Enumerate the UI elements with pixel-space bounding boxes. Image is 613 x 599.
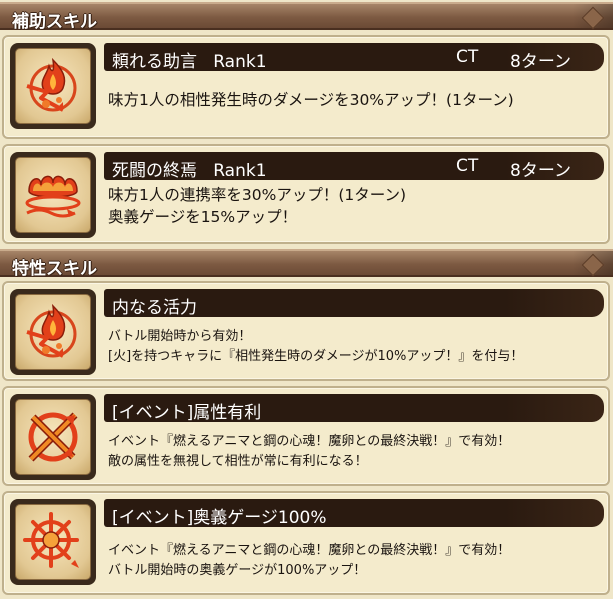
ct-label: CT [456, 47, 479, 67]
skill-name: 内なる活力 [112, 298, 197, 318]
trait-skill-card-3[interactable]: [イベント]奥義ゲージ100% イベント『燃えるアニマと鋼の心魂！魔卵との最終決… [2, 491, 610, 595]
flame-bolt-icon [26, 303, 77, 358]
skill-description: イベント『燃えるアニマと鋼の心魂！魔卵との最終決戦！』で有効！ バトル開始時の奥… [108, 543, 511, 578]
skill-icon-frame [10, 499, 96, 585]
skill-icon-frame [10, 394, 96, 480]
ct-label: CT [456, 156, 479, 176]
sun-arrow-icon [23, 512, 79, 568]
skill-name: [イベント]属性有利 [112, 403, 262, 423]
skill-icon-frame [10, 152, 96, 238]
skill-icon-frame [10, 289, 96, 375]
flame-bolt-icon [26, 57, 77, 112]
support-skill-card-2[interactable]: 死闘の終焉 Rank1 CT 8ターン 味方1人の連携率を30%アップ！(1ター… [2, 144, 610, 244]
support-skills-header: 補助スキル [0, 2, 613, 32]
support-skills-title: 補助スキル [12, 12, 97, 32]
trait-skill-card-1[interactable]: 内なる活力 バトル開始時から有効！ [火]を持つキャラに『相性発生時のダメージが… [2, 281, 610, 381]
skill-name: [イベント]奥義ゲージ100% [112, 508, 327, 528]
trait-skill-card-2[interactable]: [イベント]属性有利 イベント『燃えるアニマと鋼の心魂！魔卵との最終決戦！』で有… [2, 386, 610, 486]
trait-skills-title: 特性スキル [12, 259, 97, 279]
ct-value: 8ターン [510, 52, 571, 72]
skill-name: 頼れる助言 Rank1 [112, 52, 267, 72]
skill-description: 味方1人の連携率を30%アップ！(1ターン) 奥義ゲージを15%アップ！ [108, 186, 406, 226]
skill-name-bar: [イベント]奥義ゲージ100% [104, 499, 604, 528]
ct-value: 8ターン [510, 161, 571, 181]
crossed-arrows-icon [28, 412, 78, 462]
skill-name: 死闘の終焉 Rank1 [112, 161, 267, 181]
skill-name-bar: 頼れる助言 Rank1 CT 8ターン [104, 43, 604, 72]
skill-name-bar: 死闘の終焉 Rank1 CT 8ターン [104, 152, 604, 181]
skill-description: イベント『燃えるアニマと鋼の心魂！魔卵との最終決戦！』で有効！ 敵の属性を無視し… [108, 434, 511, 469]
flame-waves-icon [25, 175, 81, 218]
skill-icon-frame [10, 43, 96, 129]
skill-name-bar: [イベント]属性有利 [104, 394, 604, 423]
support-skill-card-1[interactable]: 頼れる助言 Rank1 CT 8ターン 味方1人の相性発生時のダメージを30%ア… [2, 35, 610, 139]
trait-skills-header: 特性スキル [0, 249, 613, 279]
skill-name-bar: 内なる活力 [104, 289, 604, 318]
skill-description: 味方1人の相性発生時のダメージを30%アップ！(1ターン) [108, 91, 514, 109]
skill-description: バトル開始時から有効！ [火]を持つキャラに『相性発生時のダメージが10%アップ… [108, 329, 524, 364]
